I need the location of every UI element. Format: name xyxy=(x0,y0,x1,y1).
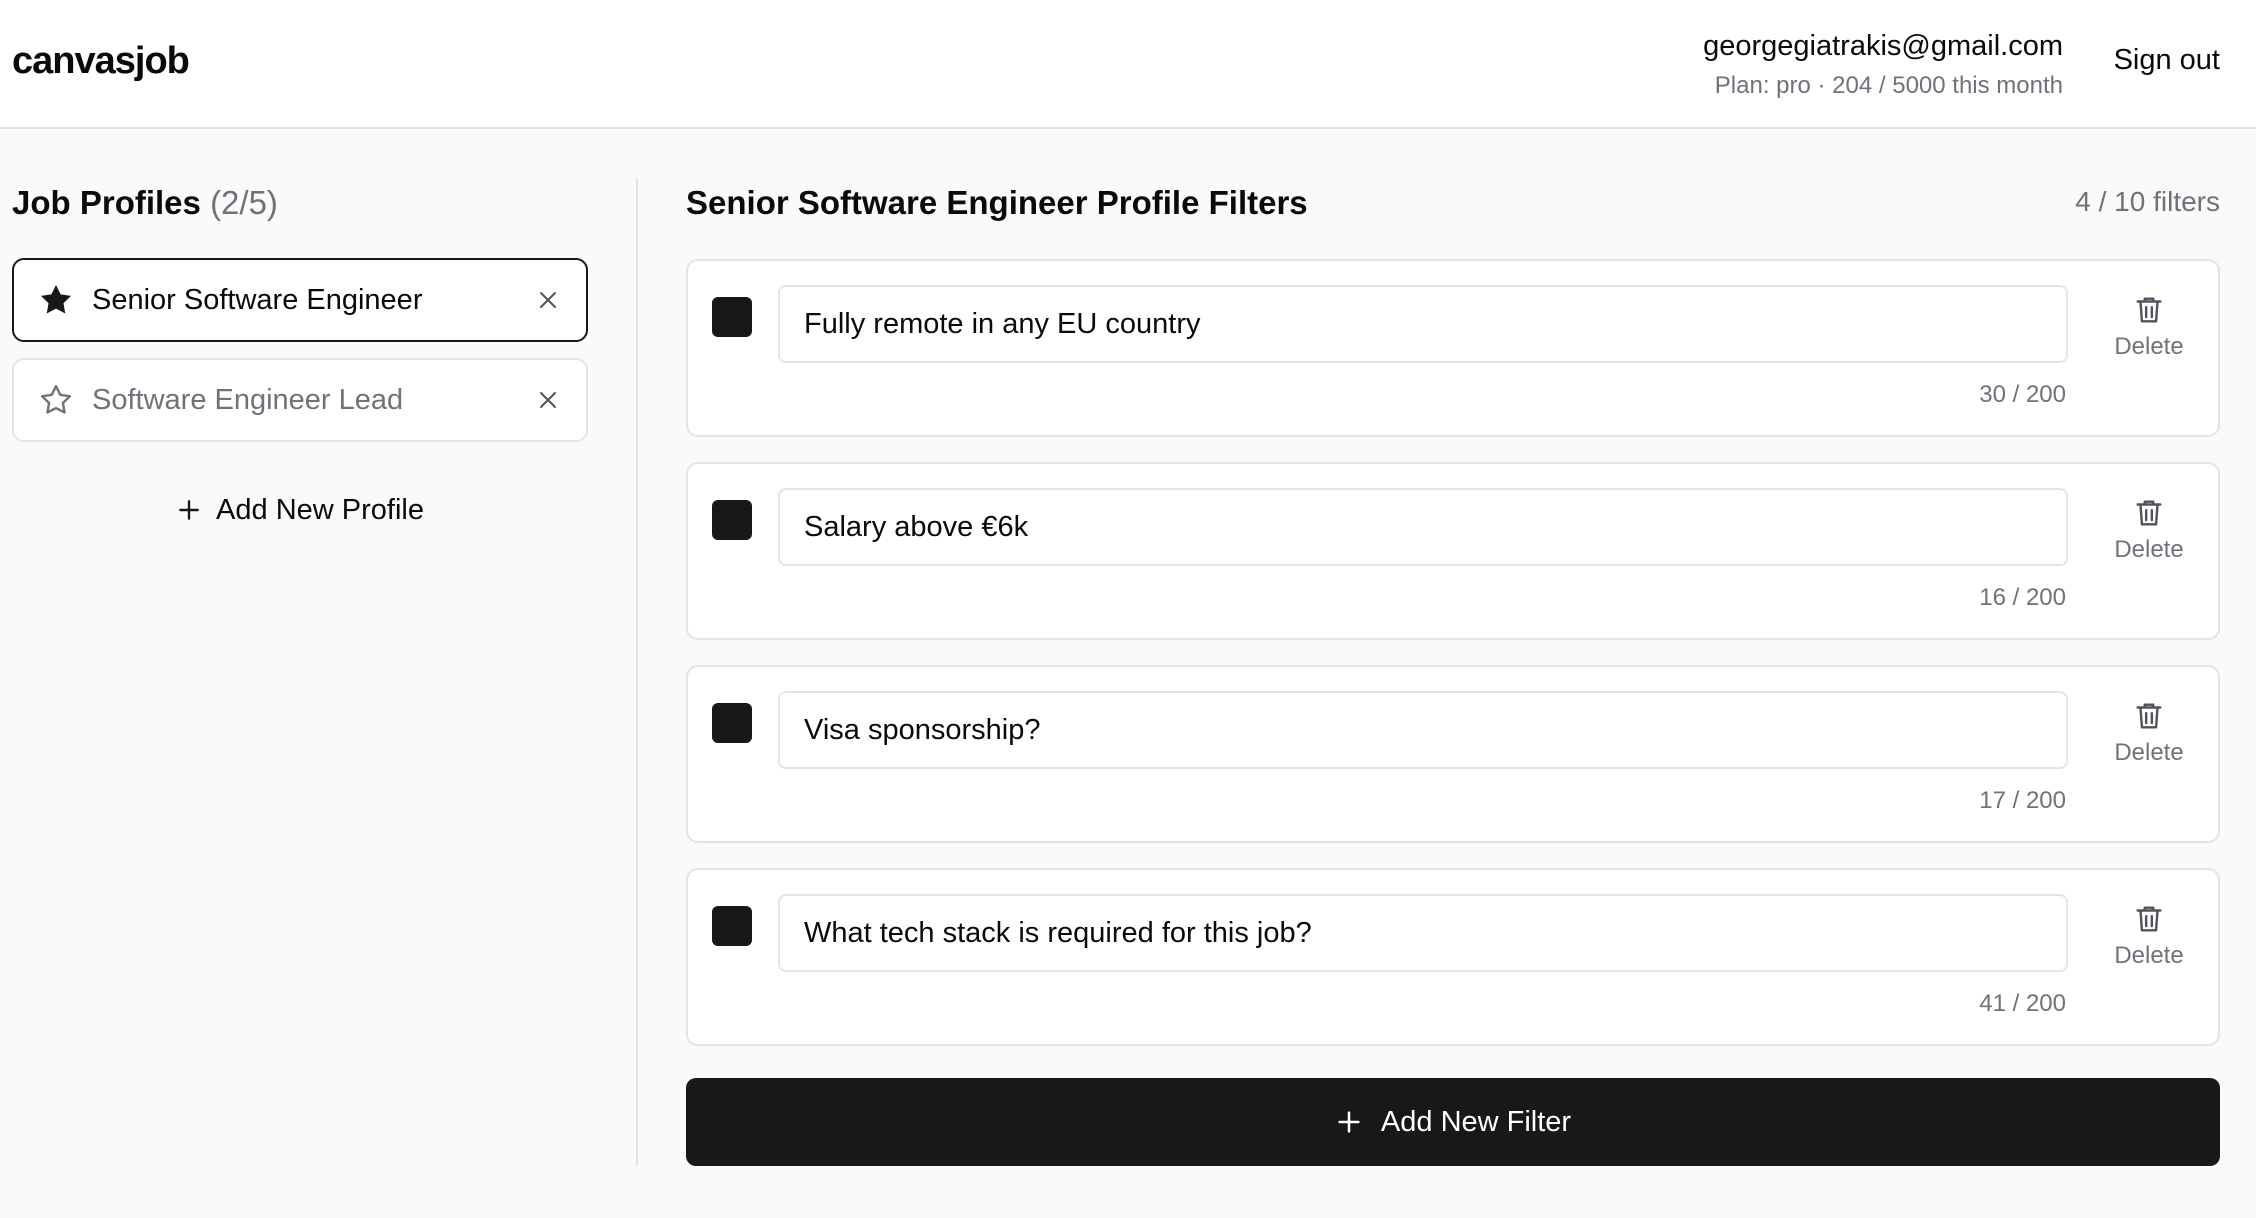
trash-icon xyxy=(2136,500,2162,526)
add-filter-label: Add New Filter xyxy=(1380,1105,1572,1138)
account-email: georgegiatrakis@gmail.com xyxy=(1703,30,2063,62)
char-count: 17 / 200 xyxy=(1979,787,2066,814)
delete-label: Delete xyxy=(2114,333,2184,360)
char-count: 41 / 200 xyxy=(1979,990,2066,1017)
filter-input[interactable] xyxy=(778,285,2068,363)
delete-label: Delete xyxy=(2114,536,2184,563)
filters-title: Senior Software Engineer Profile Filters xyxy=(686,184,1308,221)
add-profile-button[interactable]: Add New Profile xyxy=(12,488,588,532)
sign-out-button[interactable]: Sign out xyxy=(2114,44,2220,77)
brand-logo[interactable]: canvasjob xyxy=(12,40,190,83)
filter-checkbox[interactable] xyxy=(712,297,752,337)
profiles-panel: Job Profiles (2/5) Senior Software Engin… xyxy=(12,178,588,526)
account-info: georgegiatrakis@gmail.com Plan: pro · 20… xyxy=(1703,28,2063,102)
star-outline-icon[interactable] xyxy=(38,382,74,418)
delete-button[interactable]: Delete xyxy=(2104,496,2194,564)
delete-button[interactable]: Delete xyxy=(2104,699,2194,767)
filter-input[interactable] xyxy=(778,488,2068,566)
char-count: 30 / 200 xyxy=(1979,381,2066,408)
profile-item-software-engineer-lead[interactable]: Software Engineer Lead xyxy=(12,358,588,442)
add-profile-label: Add New Profile xyxy=(216,493,424,526)
filter-card: 30 / 200 Delete xyxy=(686,259,2220,437)
filter-card: 16 / 200 Delete xyxy=(686,462,2220,640)
star-filled-icon[interactable] xyxy=(38,282,74,318)
delete-label: Delete xyxy=(2114,942,2184,969)
filter-input[interactable] xyxy=(778,894,2068,972)
profile-label: Senior Software Engineer xyxy=(92,283,423,316)
char-count: 16 / 200 xyxy=(1979,584,2066,611)
filters-count: 4 / 10 filters xyxy=(2075,186,2220,217)
filter-checkbox[interactable] xyxy=(712,500,752,540)
trash-icon xyxy=(2136,906,2162,932)
filter-input[interactable] xyxy=(778,691,2068,769)
delete-button[interactable]: Delete xyxy=(2104,902,2194,970)
filter-checkbox[interactable] xyxy=(712,703,752,743)
trash-icon xyxy=(2136,297,2162,323)
profile-item-senior-software-engineer[interactable]: Senior Software Engineer xyxy=(12,258,588,342)
trash-icon xyxy=(2136,703,2162,729)
profiles-heading: Job Profiles (2/5) xyxy=(12,178,588,228)
add-filter-button[interactable]: Add New Filter xyxy=(686,1078,2220,1166)
delete-label: Delete xyxy=(2114,739,2184,766)
filter-card: 41 / 200 Delete xyxy=(686,868,2220,1046)
close-icon[interactable] xyxy=(534,286,562,314)
delete-button[interactable]: Delete xyxy=(2104,293,2194,361)
plus-icon xyxy=(179,500,199,520)
profile-label: Software Engineer Lead xyxy=(92,383,404,416)
plan-usage: Plan: pro · 204 / 5000 this month xyxy=(1714,72,2063,99)
plus-icon xyxy=(1338,1111,1360,1133)
close-icon[interactable] xyxy=(534,386,562,414)
column-divider xyxy=(636,178,638,1166)
filter-card: 17 / 200 Delete xyxy=(686,665,2220,843)
profiles-count: (2/5) xyxy=(210,184,278,221)
filter-checkbox[interactable] xyxy=(712,906,752,946)
app-header: canvasjob georgegiatrakis@gmail.com Plan… xyxy=(0,0,2256,129)
profiles-title: Job Profiles xyxy=(12,184,201,221)
